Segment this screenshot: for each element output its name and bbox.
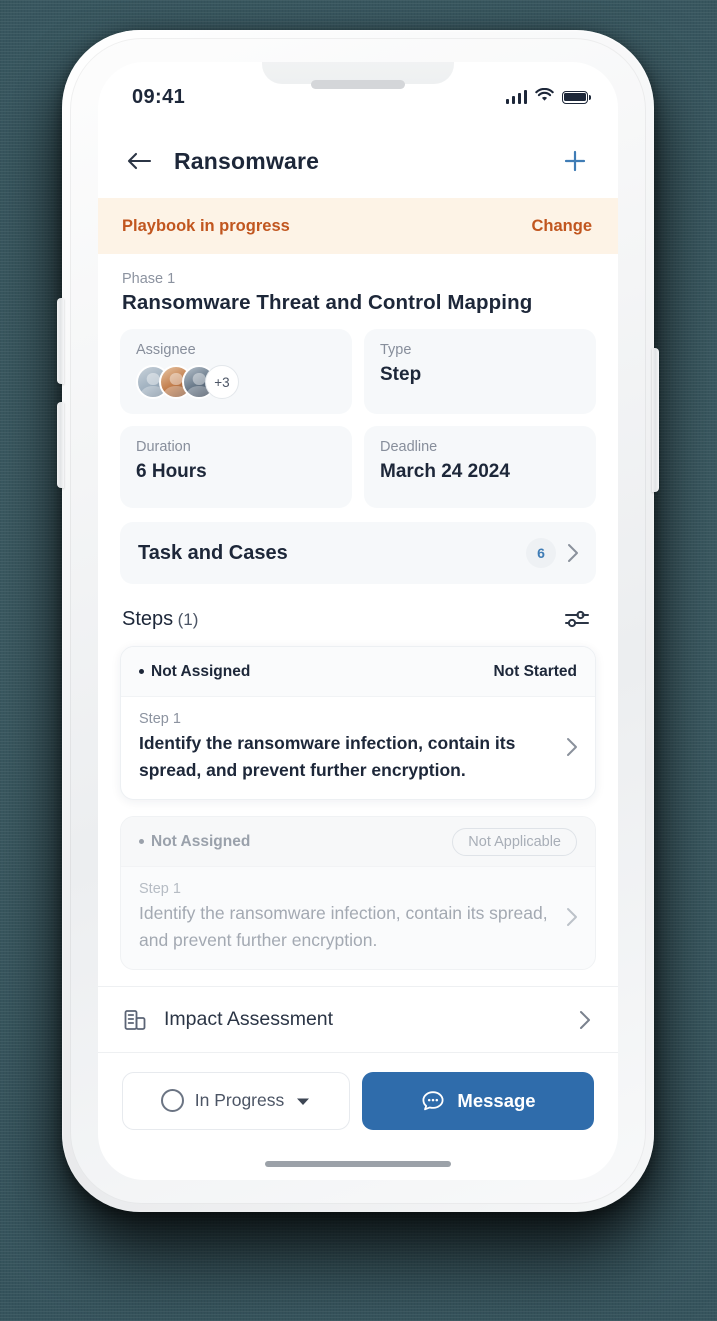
phone-frame: 09:41 Ransomware Playbook in progress Ch… [57,30,659,1212]
step-number: Step 1 [139,711,181,727]
phase-title: Ransomware Threat and Control Mapping [122,291,533,314]
steps-heading: Steps [122,607,174,630]
avatar-overflow-count[interactable]: +3 [205,365,239,399]
status-dot-icon [139,839,144,845]
status-dot-icon [139,669,144,674]
step-status-badge: Not Applicable [452,827,577,856]
phase-label: Phase 1 [122,271,176,287]
battery-full-icon [562,90,591,104]
step-description: Identify the ransomware infection, conta… [139,903,548,950]
circle-outline-icon [160,1089,184,1112]
chat-bubble-icon [422,1090,444,1110]
impact-assessment-row[interactable]: Impact Assessment [98,986,618,1052]
caret-down-icon [297,1098,310,1105]
step-assignee-label: Not Assigned [151,662,251,680]
info-card-duration: Duration 6 Hours [120,426,352,508]
home-indicator-area [98,1148,618,1180]
info-card-assignee: Assignee +3 [120,329,352,414]
plus-icon [564,150,586,172]
step-description: Identify the ransomware infection, conta… [139,733,516,780]
status-dropdown[interactable]: In Progress [122,1071,350,1130]
playbook-banner: Playbook in progress Change [98,198,618,254]
arrow-left-icon [127,152,152,170]
step-card-body: Step 1 Identify the ransomware infection… [121,867,595,969]
step-assignee-label: Not Assigned [151,832,251,850]
power-button[interactable] [652,348,659,492]
content-scroll-area[interactable]: Phase 1 Ransomware Threat and Control Ma… [98,254,618,986]
task-and-cases-count-badge: 6 [526,538,556,568]
task-and-cases-row[interactable]: Task and Cases 6 [120,522,596,584]
info-label: Deadline [380,439,438,455]
earpiece-speaker [311,80,405,89]
step-card-text: Step 1 Identify the ransomware infection… [139,711,555,783]
info-label: Assignee [136,342,196,358]
task-and-cases-label: Task and Cases [138,541,288,564]
info-card-type: Type Step [364,329,596,414]
info-card-grid: Assignee +3 Type Step Duration 6 Hours D… [120,329,596,508]
status-time: 09:41 [132,85,186,108]
info-value: Step [380,364,422,385]
volume-up-button[interactable] [57,298,64,384]
info-label: Type [380,342,412,358]
info-card-deadline: Deadline March 24 2024 [364,426,596,508]
status-icons [505,87,591,107]
playbook-change-button[interactable]: Change [531,217,592,236]
status-dropdown-label: In Progress [194,1090,285,1110]
step-card-text: Step 1 Identify the ransomware infection… [139,881,555,953]
page-title: Ransomware [174,147,320,174]
message-button[interactable]: Message [362,1071,594,1130]
phase-block: Phase 1 Ransomware Threat and Control Ma… [120,254,596,329]
info-value: March 24 2024 [380,461,510,482]
steps-filter-button[interactable] [562,604,592,634]
step-number: Step 1 [139,881,181,898]
building-icon [124,1009,146,1030]
cellular-signal-icon [505,90,527,104]
step-status: Not Started [493,662,577,680]
info-label: Duration [136,439,191,455]
chevron-right-icon[interactable] [578,1008,592,1032]
action-bar: In Progress Message [98,1052,618,1148]
step-assignee: Not Assigned [139,833,250,851]
home-indicator[interactable] [265,1161,451,1167]
step-card-header: Not Assigned Not Started [121,647,595,697]
message-button-label: Message [457,1089,536,1111]
chevron-right-icon[interactable] [565,735,579,759]
chevron-right-icon [568,544,578,562]
playbook-status-text: Playbook in progress [122,216,290,235]
step-assignee: Not Assigned [139,663,250,681]
volume-down-button[interactable] [57,402,64,488]
chevron-right-icon[interactable] [565,905,579,929]
sliders-filter-icon [565,610,589,628]
phone-screen: 09:41 Ransomware Playbook in progress Ch… [98,62,618,1180]
impact-assessment-label: Impact Assessment [164,1008,334,1030]
step-card[interactable]: Not Assigned Not Started Step 1 Identify… [120,646,596,801]
steps-title-group: Steps (1) [122,608,198,631]
add-button[interactable] [558,144,592,178]
step-card-header: Not Assigned Not Applicable [121,817,595,868]
steps-count: (1) [177,609,199,629]
step-card-body: Step 1 Identify the ransomware infection… [121,697,595,799]
back-button[interactable] [122,144,156,178]
step-card[interactable]: Not Assigned Not Applicable Step 1 Ident… [120,816,596,971]
wifi-icon [535,87,554,107]
info-value: 6 Hours [136,461,207,482]
steps-section-header: Steps (1) [120,602,596,646]
avatar-stack[interactable]: +3 [136,364,336,399]
navigation-bar: Ransomware [98,124,618,198]
